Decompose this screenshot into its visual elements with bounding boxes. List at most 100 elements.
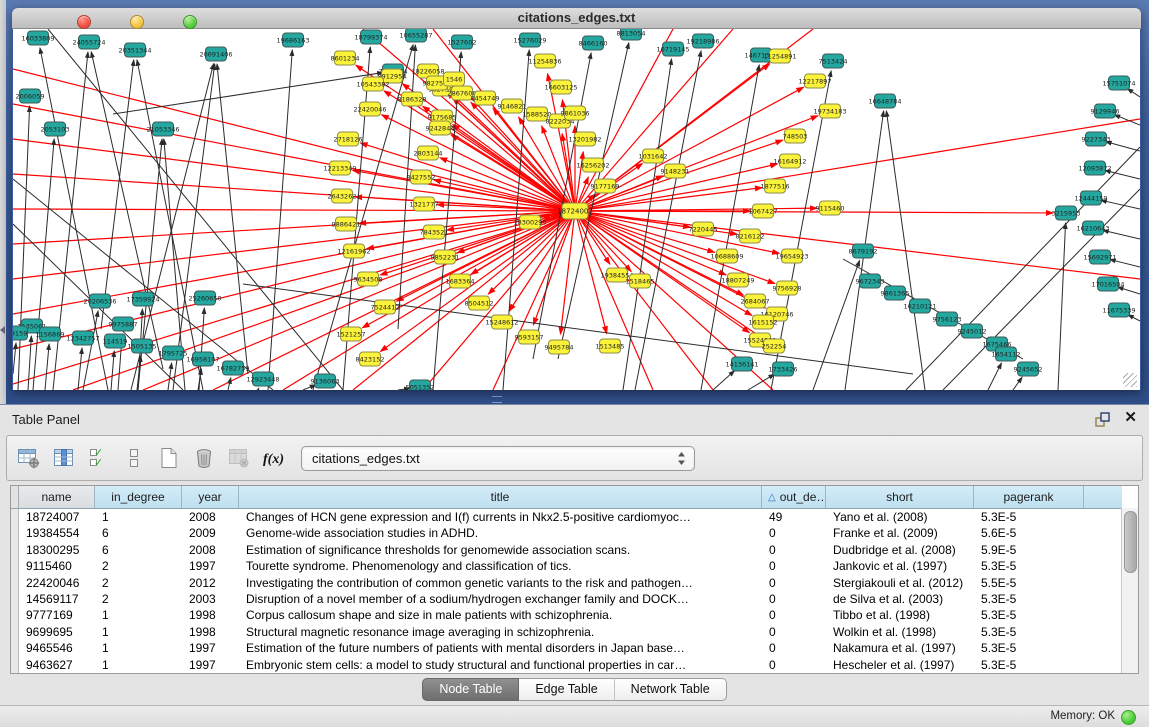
table-row[interactable]: 946362711997Embryonic stem cells: a mode…: [11, 657, 1122, 673]
graph-node[interactable]: 748503: [783, 129, 808, 143]
graph-node[interactable]: 114519: [103, 334, 128, 348]
graph-node[interactable]: 20351344: [118, 43, 151, 57]
graph-node[interactable]: 12161962: [337, 244, 370, 258]
graph-node[interactable]: 9672343: [856, 274, 885, 288]
network-canvas[interactable]: 1603380924055724203513442069140619686163…: [12, 29, 1141, 390]
graph-node[interactable]: 12213349: [323, 161, 356, 175]
graph-node[interactable]: 15751074: [1102, 76, 1135, 90]
graph-node[interactable]: 16256202: [576, 158, 609, 172]
graph-node[interactable]: 9861365: [881, 286, 910, 300]
column-header-short[interactable]: short: [826, 486, 974, 508]
graph-node[interactable]: 9148231: [661, 164, 690, 178]
panel-collapse-arrow-icon[interactable]: [0, 326, 5, 334]
graph-node[interactable]: 1877516: [761, 179, 790, 193]
graph-node[interactable]: 10719145: [656, 42, 689, 56]
graph-node[interactable]: 16648784: [868, 94, 901, 108]
graph-node[interactable]: 9886421: [332, 217, 361, 231]
graph-node[interactable]: 7843521: [420, 225, 449, 239]
graph-node[interactable]: 18799374: [354, 30, 387, 44]
graph-node[interactable]: 9245012: [958, 324, 987, 338]
graph-node[interactable]: 9756123: [933, 312, 962, 326]
graph-node[interactable]: 8454749: [471, 91, 500, 105]
table-row[interactable]: 1938455462009Genome-wide association stu…: [11, 525, 1122, 541]
float-panel-icon[interactable]: [1094, 411, 1111, 433]
function-builder-icon[interactable]: f(x): [261, 446, 287, 470]
graph-node[interactable]: 12342757: [66, 331, 99, 345]
graph-node[interactable]: 8466160: [579, 36, 608, 50]
graph-node[interactable]: 1513485: [596, 339, 625, 353]
graph-node[interactable]: 9242844: [426, 121, 455, 135]
graph-node[interactable]: 16210121: [903, 299, 936, 313]
graph-node[interactable]: 8679192: [849, 244, 878, 258]
table-row[interactable]: 1456911722003Disruption of a novel membe…: [11, 591, 1122, 607]
table-row[interactable]: 946554611997Estimation of the future num…: [11, 640, 1122, 656]
graph-node[interactable]: 9634508: [354, 272, 383, 286]
graph-node[interactable]: 1527602: [448, 35, 477, 49]
graph-node[interactable]: 9177169: [591, 179, 620, 193]
graph-node[interactable]: 24055724: [72, 35, 105, 49]
graph-node[interactable]: 8427552: [407, 170, 436, 184]
table-options-icon[interactable]: [16, 446, 42, 470]
graph-node[interactable]: 252254: [762, 339, 787, 353]
table-row[interactable]: 2242004622012Investigating the contribut…: [11, 575, 1122, 591]
scrollbar-thumb[interactable]: [1124, 511, 1137, 573]
graph-node[interactable]: 1733426: [769, 362, 798, 376]
row-height-icon[interactable]: [121, 446, 147, 470]
graph-node[interactable]: 10655287: [399, 29, 432, 42]
graph-node[interactable]: 9245652: [1014, 362, 1043, 376]
graph-node[interactable]: 2718126: [334, 132, 363, 146]
graph-node[interactable]: 1067427: [749, 204, 778, 218]
column-header-pagerank[interactable]: pagerank: [974, 486, 1084, 508]
graph-node[interactable]: 39159: [13, 326, 28, 340]
graph-node[interactable]: 1505135: [128, 339, 157, 353]
graph-node[interactable]: 16164912: [773, 154, 806, 168]
table-row[interactable]: 911546021997Tourette syndrome. Phenomeno…: [11, 558, 1122, 574]
canvas-resize-grip[interactable]: [1123, 373, 1137, 387]
graph-node[interactable]: 7220445: [689, 222, 718, 236]
graph-node[interactable]: 9136063: [311, 374, 340, 388]
table-row[interactable]: 977716911998Corpus callosum shape and si…: [11, 607, 1122, 623]
graph-node[interactable]: 9861036: [561, 106, 590, 120]
table-selector-dropdown[interactable]: citations_edges.txt: [301, 446, 695, 471]
panel-splitter-grip[interactable]: [492, 396, 502, 403]
graph-node[interactable]: 1546: [444, 72, 465, 86]
graph-node[interactable]: 1518465: [626, 274, 655, 288]
table-row[interactable]: 969969511998Structural magnetic resonanc…: [11, 624, 1122, 640]
graph-node[interactable]: 18807249: [721, 273, 754, 287]
graph-node[interactable]: 1156869: [36, 327, 65, 341]
graph-node[interactable]: 10688609: [710, 249, 743, 263]
delete-table-icon[interactable]: [191, 446, 217, 470]
memory-status-icon[interactable]: [1121, 710, 1136, 725]
graph-node[interactable]: 8813054: [617, 29, 646, 40]
graph-node[interactable]: 8423152: [356, 352, 385, 366]
graph-node[interactable]: 7513424: [819, 54, 848, 68]
graph-node[interactable]: 1031642: [639, 149, 668, 163]
window-titlebar[interactable]: citations_edges.txt: [12, 8, 1141, 29]
graph-node[interactable]: 19654923: [775, 249, 808, 263]
new-table-icon[interactable]: [156, 446, 182, 470]
graph-node[interactable]: 9593157: [515, 330, 544, 344]
graph-node[interactable]: 16033809: [21, 31, 54, 45]
column-header-name[interactable]: name: [19, 486, 95, 508]
graph-node[interactable]: 16210643: [1076, 221, 1109, 235]
column-header-title[interactable]: title: [239, 486, 762, 508]
graph-node[interactable]: 12444159: [1074, 191, 1107, 205]
graph-node[interactable]: 2684067: [741, 294, 770, 308]
column-header-in_degree[interactable]: in_degree: [95, 486, 182, 508]
column-header-out_de[interactable]: △out_de…: [762, 486, 826, 508]
graph-node[interactable]: 12217897: [798, 74, 831, 88]
graph-node[interactable]: 3215953: [1052, 206, 1081, 220]
graph-node[interactable]: 2643262: [328, 189, 357, 203]
table-vertical-scrollbar[interactable]: [1121, 508, 1138, 673]
node-table[interactable]: namein_degreeyeartitle△out_de…shortpager…: [10, 485, 1139, 674]
graph-node[interactable]: 11254836: [528, 54, 561, 68]
graph-node[interactable]: 9115460: [816, 201, 845, 215]
close-panel-icon[interactable]: ✕: [1124, 410, 1137, 426]
graph-node[interactable]: 9227343: [1082, 132, 1111, 146]
graph-node[interactable]: 8601234: [331, 51, 360, 65]
select-columns-icon[interactable]: ✓✓: [86, 446, 112, 470]
graph-node[interactable]: 9975887: [109, 317, 138, 331]
graph-node[interactable]: 19218986: [686, 34, 719, 48]
graph-node[interactable]: 25260650: [188, 291, 221, 305]
tab-node-table[interactable]: Node Table: [422, 678, 519, 701]
